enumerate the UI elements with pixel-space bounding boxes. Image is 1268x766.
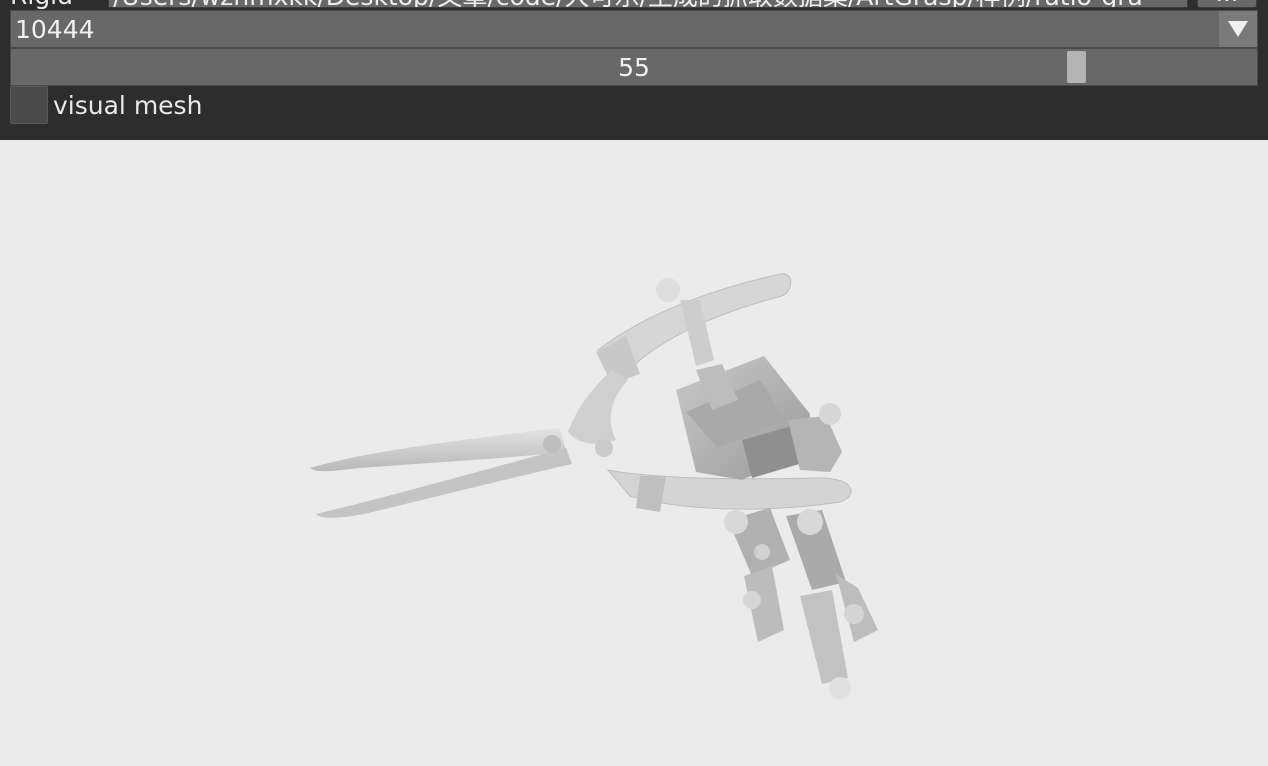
- file-path-input[interactable]: /Users/wzhmxkk/Desktop/文章/code/大可乐/生成的抓取…: [108, 0, 1188, 8]
- control-panel: Rigid /Users/wzhmxkk/Desktop/文章/code/大可乐…: [0, 0, 1268, 140]
- 3d-viewport[interactable]: [0, 140, 1268, 762]
- object-select[interactable]: 10444: [10, 10, 1258, 48]
- file-path-row: Rigid /Users/wzhmxkk/Desktop/文章/code/大可乐…: [0, 0, 1268, 10]
- visual-mesh-label: visual mesh: [53, 91, 203, 120]
- slider-handle[interactable]: [1067, 51, 1087, 83]
- hand-scissors-render: [310, 273, 878, 699]
- file-path-label: Rigid: [10, 0, 106, 10]
- frame-slider[interactable]: 55: [10, 48, 1258, 86]
- chevron-down-icon[interactable]: [1219, 11, 1257, 47]
- visual-mesh-checkbox[interactable]: [10, 86, 48, 124]
- scissors-pivot: [568, 370, 628, 444]
- browse-button[interactable]: ...: [1197, 0, 1257, 8]
- object-select-value: 10444: [15, 15, 95, 44]
- scissors-lower-band: [636, 476, 666, 512]
